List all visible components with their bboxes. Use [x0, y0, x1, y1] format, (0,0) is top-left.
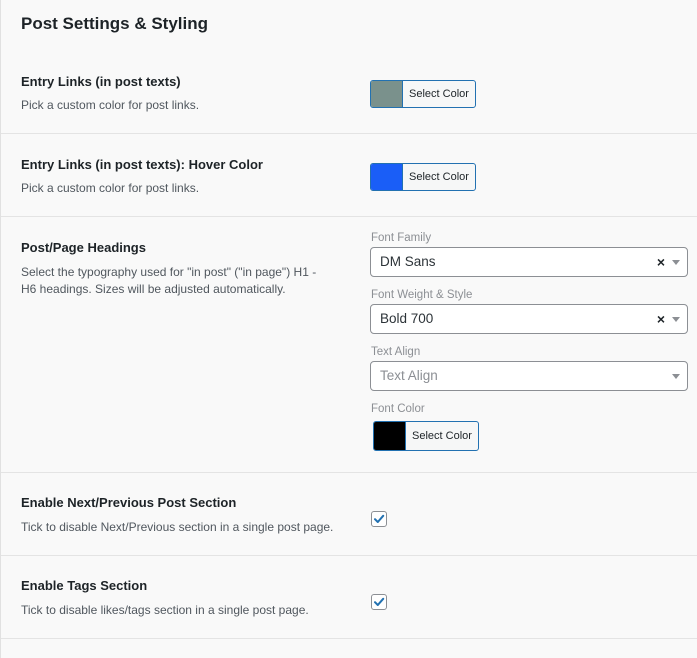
entry-links-label: Entry Links (in post texts) — [21, 74, 181, 89]
font-weight-select[interactable]: Bold 700 × — [370, 304, 688, 334]
font-family-select[interactable]: DM Sans × — [370, 247, 688, 277]
text-align-label: Text Align — [371, 346, 421, 358]
next-prev-label: Enable Next/Previous Post Section — [21, 495, 237, 510]
font-weight-dropdown-arrow-icon[interactable] — [672, 317, 680, 322]
headings-description-line2: H6 headings. Sizes will be adjusted auto… — [21, 282, 286, 296]
entry-links-hover-description: Pick a custom color for post links. — [21, 181, 200, 195]
font-color-label: Font Color — [371, 403, 425, 415]
tags-label: Enable Tags Section — [21, 578, 148, 593]
next-prev-checkbox[interactable] — [371, 511, 387, 527]
font-color-swatch — [374, 422, 406, 450]
next-prev-description: Tick to disable Next/Previous section in… — [21, 520, 334, 534]
tags-checkbox[interactable] — [371, 594, 387, 610]
entry-links-description: Pick a custom color for post links. — [21, 98, 200, 112]
entry-links-select-color-label: Select Color — [409, 88, 469, 100]
panel-left-border — [0, 0, 1, 658]
divider — [1, 638, 697, 639]
font-weight-label: Font Weight & Style — [371, 289, 473, 301]
tags-description: Tick to disable likes/tags section in a … — [21, 603, 309, 617]
entry-links-hover-select-color-label: Select Color — [409, 171, 469, 183]
entry-links-hover-color-swatch — [371, 164, 403, 190]
font-family-dropdown-arrow-icon[interactable] — [672, 260, 680, 265]
font-color-select-color-label: Select Color — [412, 430, 472, 442]
entry-links-color-swatch — [371, 81, 403, 107]
divider — [1, 216, 697, 217]
section-title: Post Settings & Styling — [21, 14, 209, 33]
headings-label: Post/Page Headings — [21, 240, 146, 255]
font-family-label: Font Family — [371, 232, 432, 244]
font-weight-clear-icon[interactable]: × — [657, 311, 665, 327]
text-align-dropdown-arrow-icon[interactable] — [672, 374, 680, 379]
entry-links-color-button[interactable]: Select Color — [370, 80, 476, 108]
entry-links-hover-label: Entry Links (in post texts): Hover Color — [21, 157, 263, 172]
divider — [1, 133, 697, 134]
font-color-button[interactable]: Select Color — [373, 421, 479, 451]
text-align-placeholder: Text Align — [380, 368, 438, 383]
checkmark-icon — [374, 514, 385, 523]
font-family-clear-icon[interactable]: × — [657, 254, 665, 270]
text-align-select[interactable]: Text Align — [370, 361, 688, 391]
divider — [1, 472, 697, 473]
headings-description-line1: Select the typography used for "in post"… — [21, 265, 317, 279]
divider — [1, 555, 697, 556]
checkmark-icon — [374, 597, 385, 606]
entry-links-hover-color-button[interactable]: Select Color — [370, 163, 476, 191]
font-weight-value: Bold 700 — [380, 311, 434, 326]
font-family-value: DM Sans — [380, 254, 436, 269]
